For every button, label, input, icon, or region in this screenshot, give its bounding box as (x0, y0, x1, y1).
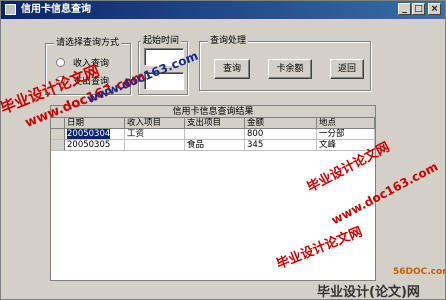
results-grid[interactable]: 信用卡信息查询结果 日期 收入项目 支出项目 金额 地点 20050304 工资… (50, 105, 376, 281)
date-group-label: 起始时间 (141, 35, 182, 47)
app-icon (5, 4, 16, 15)
col-header-location[interactable]: 地点 (317, 118, 375, 129)
col-header-expense[interactable]: 支出项目 (185, 118, 245, 129)
radio-expense-icon[interactable] (56, 75, 65, 85)
cell-date[interactable]: 20050305 (65, 140, 125, 151)
table-row[interactable]: 20050304 工资 800 一分部 (51, 129, 375, 140)
start-date-input[interactable] (144, 48, 184, 66)
row-selector[interactable] (51, 140, 65, 151)
row-selector[interactable] (51, 129, 65, 140)
minimize-button[interactable]: _ (398, 3, 411, 15)
row-selector-header (51, 118, 65, 129)
grid-caption: 信用卡信息查询结果 (51, 106, 375, 118)
window-title: 信用卡信息查询 (21, 4, 91, 15)
date-group: 起始时间 (138, 35, 188, 95)
col-header-income[interactable]: 收入项目 (125, 118, 185, 129)
cell-income[interactable] (125, 140, 185, 151)
close-button[interactable]: × (428, 3, 441, 15)
cell-date-text: 20050304 (67, 129, 111, 139)
cell-location[interactable]: 文峰 (317, 140, 375, 151)
cell-expense[interactable] (185, 129, 245, 140)
cell-date[interactable]: 20050304 (65, 129, 125, 140)
minimize-icon: _ (402, 4, 407, 14)
maximize-button[interactable]: □ (412, 3, 425, 15)
query-actions-label: 查询处理 (208, 35, 249, 47)
app-window: 信用卡信息查询 _ □ × 请选择查询方式 收入查询 支出查询 起始时间 查询处… (0, 0, 446, 300)
balance-button[interactable]: 卡余额 (268, 59, 312, 79)
radio-expense[interactable]: 支出查询 (56, 74, 110, 87)
col-header-date[interactable]: 日期 (65, 118, 125, 129)
watermark-footer-cn: 毕业设计(论文)网 (317, 285, 420, 300)
radio-income-icon[interactable] (56, 57, 65, 67)
watermark-footer-brand: 56DOC.com (393, 267, 446, 277)
close-icon: × (430, 4, 439, 14)
radio-expense-label: 支出查询 (73, 76, 110, 87)
radio-income[interactable]: 收入查询 (56, 56, 110, 69)
title-bar[interactable]: 信用卡信息查询 _ □ × (1, 1, 445, 19)
radio-income-label: 收入查询 (73, 58, 110, 69)
query-actions-group: 查询处理 查询 卡余额 返回 (199, 35, 371, 91)
table-row[interactable]: 20050305 食品 345 文峰 (51, 140, 375, 151)
cell-location[interactable]: 一分部 (317, 129, 375, 140)
maximize-icon: □ (414, 4, 423, 14)
query-method-group: 请选择查询方式 收入查询 支出查询 (45, 37, 131, 95)
grid-header: 日期 收入项目 支出项目 金额 地点 (51, 118, 375, 129)
back-button[interactable]: 返回 (330, 59, 364, 79)
col-header-amount[interactable]: 金额 (245, 118, 317, 129)
query-method-label: 请选择查询方式 (54, 37, 122, 49)
cell-income[interactable]: 工资 (125, 129, 185, 140)
cell-amount[interactable]: 345 (245, 140, 317, 151)
query-button[interactable]: 查询 (214, 59, 250, 79)
cell-expense[interactable]: 食品 (185, 140, 245, 151)
end-date-input[interactable] (144, 72, 184, 90)
cell-amount[interactable]: 800 (245, 129, 317, 140)
